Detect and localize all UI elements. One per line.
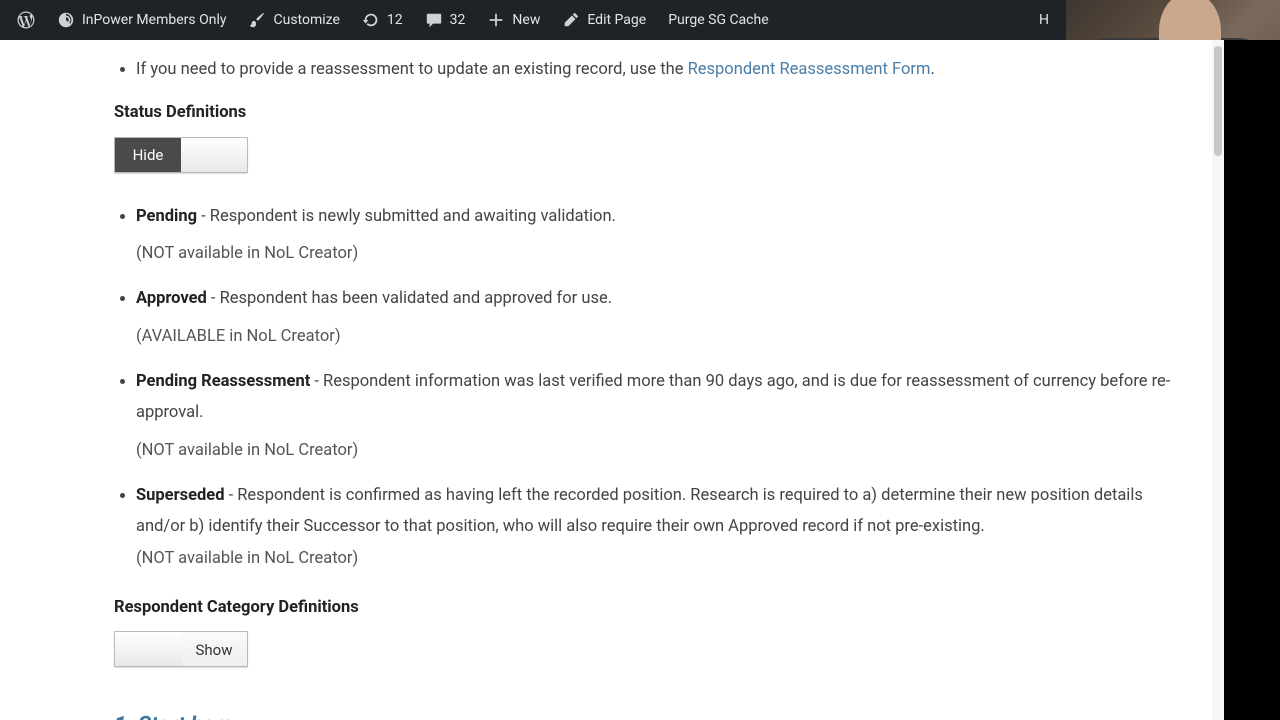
reassessment-form-link[interactable]: Respondent Reassessment Form xyxy=(688,60,931,79)
status-item-pending-reassessment: Pending Reassessment - Respondent inform… xyxy=(136,366,1172,466)
updates-icon xyxy=(362,11,380,29)
howdy-text: H xyxy=(1039,12,1049,28)
category-definitions-toggle[interactable]: Show xyxy=(114,631,248,667)
new-content-link[interactable]: New xyxy=(478,0,549,40)
status-note: (AVAILABLE in NoL Creator) xyxy=(136,321,1172,352)
vertical-scrollbar[interactable] xyxy=(1212,40,1224,720)
intro-bullet: If you need to provide a reassessment to… xyxy=(136,54,1172,85)
page-content-frame: If you need to provide a reassessment to… xyxy=(0,40,1224,720)
comments-link[interactable]: 32 xyxy=(416,0,475,40)
form-section-heading: 1. Start here xyxy=(114,705,1172,720)
edit-page-link[interactable]: Edit Page xyxy=(553,0,655,40)
site-menu[interactable]: InPower Members Only xyxy=(48,0,235,40)
wp-admin-bar: InPower Members Only Customize 12 32 New… xyxy=(0,0,1066,40)
site-title: InPower Members Only xyxy=(82,12,226,28)
comments-count: 32 xyxy=(450,12,466,28)
wordpress-icon xyxy=(17,11,35,29)
status-item-approved: Approved - Respondent has been validated… xyxy=(136,283,1172,352)
status-note: (NOT available in NoL Creator) xyxy=(136,435,1172,466)
wp-logo-menu[interactable] xyxy=(8,0,44,40)
dashboard-icon xyxy=(57,11,75,29)
toggle-hide-option-empty[interactable] xyxy=(115,632,181,667)
status-definitions-toggle[interactable]: Hide xyxy=(114,137,248,173)
status-definitions-heading: Status Definitions xyxy=(114,97,1172,128)
new-label: New xyxy=(512,12,540,28)
howdy-account[interactable]: H xyxy=(1030,0,1058,40)
intro-list: If you need to provide a reassessment to… xyxy=(114,54,1172,85)
status-definitions-list: Pending - Respondent is newly submitted … xyxy=(114,201,1172,574)
scrollbar-thumb[interactable] xyxy=(1214,46,1222,156)
updates-count: 12 xyxy=(387,12,403,28)
edit-page-label: Edit Page xyxy=(587,12,646,28)
customize-link[interactable]: Customize xyxy=(239,0,348,40)
comments-icon xyxy=(425,11,443,29)
toggle-show-option-empty[interactable] xyxy=(181,138,247,173)
status-item-pending: Pending - Respondent is newly submitted … xyxy=(136,201,1172,270)
status-item-superseded: Superseded - Respondent is confirmed as … xyxy=(136,480,1172,574)
video-sidebar-black xyxy=(1224,40,1280,720)
toggle-hide-option[interactable]: Hide xyxy=(115,138,181,173)
status-note: (NOT available in NoL Creator) xyxy=(136,543,1172,574)
status-note: (NOT available in NoL Creator) xyxy=(136,238,1172,269)
plus-icon xyxy=(487,11,505,29)
purge-cache-link[interactable]: Purge SG Cache xyxy=(659,0,777,40)
customize-label: Customize xyxy=(273,12,339,28)
category-definitions-heading: Respondent Category Definitions xyxy=(114,592,1172,623)
pencil-icon xyxy=(562,11,580,29)
toggle-show-option[interactable]: Show xyxy=(181,632,247,667)
page-body: If you need to provide a reassessment to… xyxy=(0,40,1212,720)
updates-link[interactable]: 12 xyxy=(353,0,412,40)
brush-icon xyxy=(248,11,266,29)
purge-label: Purge SG Cache xyxy=(668,12,768,28)
